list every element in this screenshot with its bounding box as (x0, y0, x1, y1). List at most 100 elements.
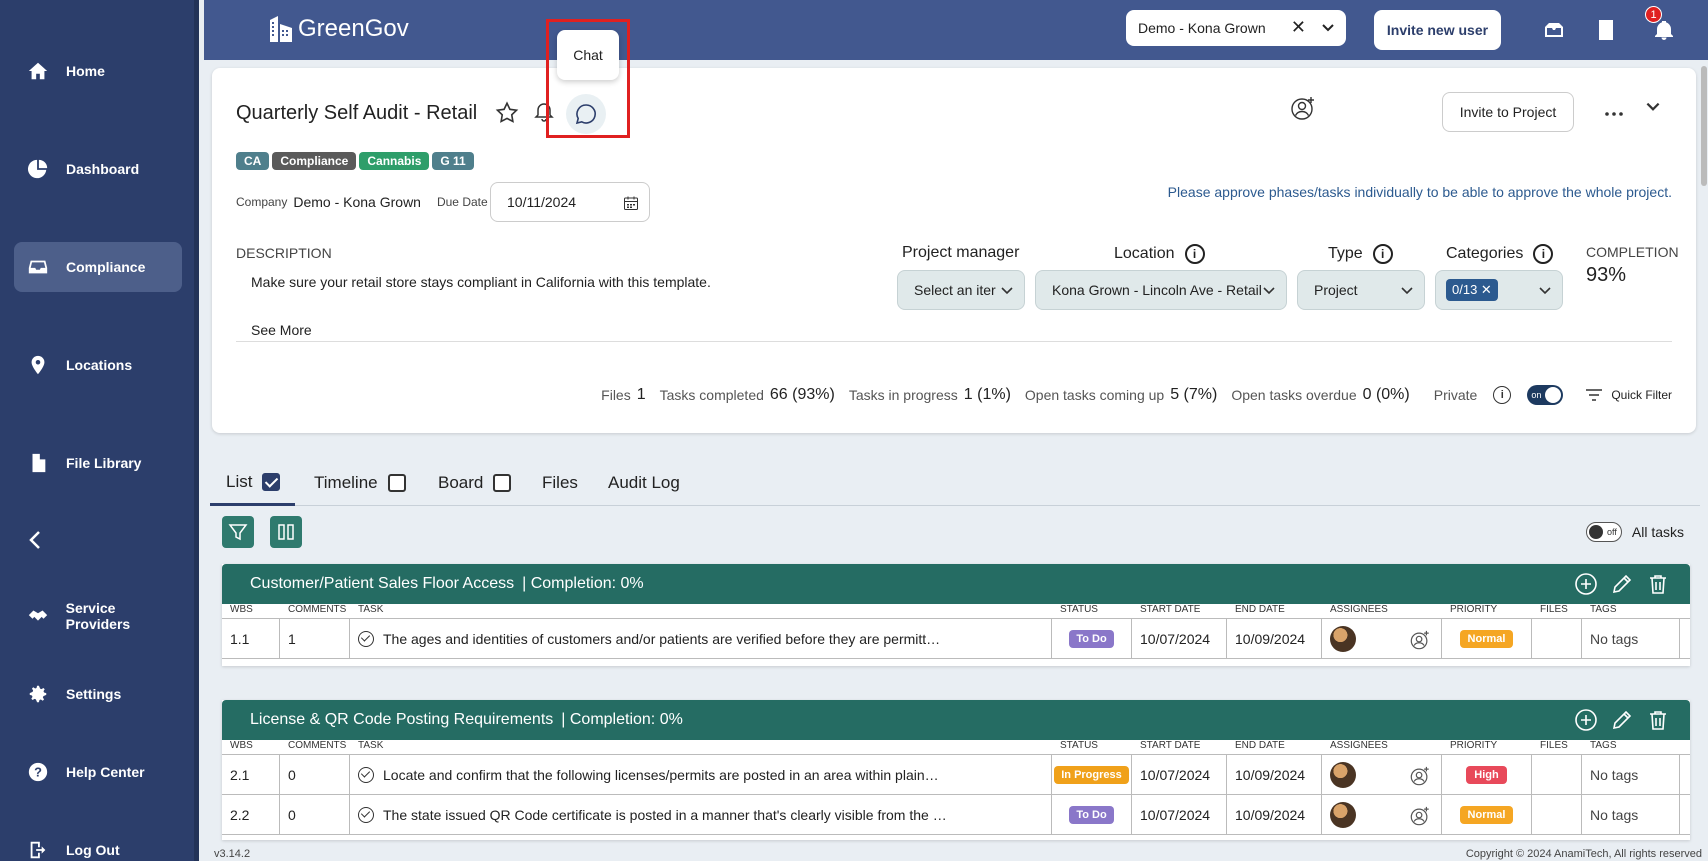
files-value: 1 (636, 386, 646, 403)
tags-cell[interactable]: No tags (1582, 795, 1680, 834)
due-date-input[interactable]: 10/11/2024 (490, 182, 650, 222)
quick-filter-button[interactable]: Quick Filter (1585, 388, 1672, 402)
comments-cell[interactable]: 0 (280, 795, 350, 834)
sidebar-item-compliance[interactable]: Compliance (14, 242, 182, 292)
avatar[interactable] (1330, 625, 1356, 652)
tab-list[interactable]: List (210, 460, 296, 506)
invite-to-project-button[interactable]: Invite to Project (1442, 92, 1574, 132)
task-cell[interactable]: The state issued QR Code certificate is … (350, 795, 1052, 834)
project-manager-select[interactable]: Select an iter (897, 270, 1025, 310)
invite-new-user-button[interactable]: Invite new user (1374, 10, 1501, 50)
categories-select[interactable]: 0/13 ✕ (1435, 270, 1563, 310)
assignees-cell[interactable] (1322, 795, 1442, 834)
tab-board-checkbox[interactable] (493, 474, 512, 492)
document-icon[interactable] (1594, 18, 1618, 42)
chevron-down-icon[interactable] (1320, 19, 1336, 35)
tab-files[interactable]: Files (542, 460, 578, 506)
page-title: Quarterly Self Audit - Retail (236, 102, 478, 124)
files-cell[interactable] (1532, 755, 1582, 794)
comments-cell[interactable]: 0 (280, 755, 350, 794)
priority-cell[interactable]: High (1442, 755, 1532, 794)
files-cell[interactable] (1532, 619, 1582, 658)
trash-icon[interactable] (1646, 572, 1670, 596)
trash-icon[interactable] (1646, 708, 1670, 732)
info-icon[interactable]: i (1533, 244, 1554, 264)
add-user-icon[interactable] (1409, 629, 1431, 651)
add-user-icon[interactable] (1409, 765, 1431, 787)
chevron-down-icon[interactable] (1644, 98, 1662, 121)
status-cell[interactable]: In Progress (1052, 755, 1132, 794)
avatar[interactable] (1330, 801, 1356, 828)
tags-cell[interactable]: No tags (1582, 755, 1680, 794)
end-date-cell[interactable]: 10/09/2024 (1227, 619, 1322, 658)
tab-list-checkbox[interactable] (262, 472, 281, 491)
tab-timeline[interactable]: Timeline (314, 460, 406, 506)
end-date-cell[interactable]: 10/09/2024 (1227, 795, 1322, 834)
add-user-icon[interactable] (1409, 805, 1431, 827)
sidebar-item-log-out[interactable]: Log Out (14, 825, 182, 861)
sidebar-item-service-providers[interactable]: Service Providers (14, 591, 182, 641)
start-date-cell[interactable]: 10/07/2024 (1132, 755, 1227, 794)
sidebar-item-locations[interactable]: Locations (14, 340, 182, 390)
assignees-cell[interactable] (1322, 619, 1442, 658)
all-tasks-toggle[interactable]: off (1585, 522, 1622, 542)
info-icon[interactable]: i (1493, 386, 1512, 404)
sidebar-item-dashboard[interactable]: Dashboard (14, 144, 182, 194)
add-user-icon[interactable] (1290, 94, 1318, 127)
tags-cell[interactable]: No tags (1582, 619, 1680, 658)
assignees-cell[interactable] (1322, 755, 1442, 794)
group-header[interactable]: Customer/Patient Sales Floor Access | Co… (222, 564, 1690, 604)
table-row[interactable]: 2.1 0 Locate and confirm that the follow… (222, 755, 1690, 795)
scrollbar-thumb[interactable] (1701, 66, 1707, 186)
scrollbar[interactable] (1700, 60, 1708, 850)
tab-board[interactable]: Board (438, 460, 512, 506)
status-cell[interactable]: To Do (1052, 619, 1132, 658)
edit-icon[interactable] (1610, 708, 1634, 732)
sidebar-item-home[interactable]: Home (14, 46, 182, 96)
add-circle-icon[interactable] (1574, 708, 1598, 732)
company-select[interactable]: Demo - Kona Grown ✕ (1126, 10, 1346, 46)
type-select[interactable]: Project (1297, 270, 1425, 310)
clear-icon[interactable]: ✕ (1291, 17, 1306, 38)
edit-icon[interactable] (1610, 572, 1634, 596)
check-circle-icon[interactable] (358, 806, 374, 823)
collapse-sidebar-icon[interactable] (24, 528, 48, 552)
start-date-cell[interactable]: 10/07/2024 (1132, 795, 1227, 834)
task-cell[interactable]: The ages and identities of customers and… (350, 619, 1052, 658)
mailbox-icon[interactable] (1542, 18, 1566, 42)
sidebar-item-file-library[interactable]: File Library (14, 438, 182, 488)
more-options-icon[interactable] (1604, 104, 1624, 122)
tab-audit-log[interactable]: Audit Log (608, 460, 680, 506)
see-more-link[interactable]: See More (251, 322, 312, 338)
sidebar-item-help-center[interactable]: ? Help Center (14, 747, 182, 797)
location-select[interactable]: Kona Grown - Lincoln Ave - Retail (1035, 270, 1287, 310)
comments-cell[interactable]: 1 (280, 619, 350, 658)
check-circle-icon[interactable] (358, 630, 374, 647)
start-date-cell[interactable]: 10/07/2024 (1132, 619, 1227, 658)
categories-chip[interactable]: 0/13 ✕ (1446, 279, 1498, 301)
star-icon[interactable] (494, 100, 520, 126)
app-logo[interactable]: GreenGov (268, 14, 409, 44)
end-date-cell[interactable]: 10/09/2024 (1227, 755, 1322, 794)
tab-timeline-checkbox[interactable] (387, 474, 406, 492)
filter-button[interactable] (222, 516, 254, 548)
tag-badge: Cannabis (359, 152, 430, 170)
table-row[interactable]: 2.2 0 The state issued QR Code certifica… (222, 795, 1690, 835)
info-icon[interactable]: i (1184, 244, 1205, 264)
task-cell[interactable]: Locate and confirm that the following li… (350, 755, 1052, 794)
status-cell[interactable]: To Do (1052, 795, 1132, 834)
columns-button[interactable] (270, 516, 302, 548)
priority-cell[interactable]: Normal (1442, 619, 1532, 658)
files-cell[interactable] (1532, 795, 1582, 834)
avatar[interactable] (1330, 761, 1356, 788)
table-row[interactable]: 1.1 1 The ages and identities of custome… (222, 619, 1690, 659)
group-header[interactable]: License & QR Code Posting Requirements |… (222, 700, 1690, 740)
add-circle-icon[interactable] (1574, 572, 1598, 596)
check-circle-icon[interactable] (358, 766, 374, 783)
column-header: END DATE (1235, 740, 1285, 751)
private-toggle[interactable]: on (1527, 385, 1564, 405)
priority-cell[interactable]: Normal (1442, 795, 1532, 834)
inbox-icon (26, 255, 50, 279)
sidebar-item-settings[interactable]: Settings (14, 669, 182, 719)
info-icon[interactable]: i (1372, 244, 1393, 264)
